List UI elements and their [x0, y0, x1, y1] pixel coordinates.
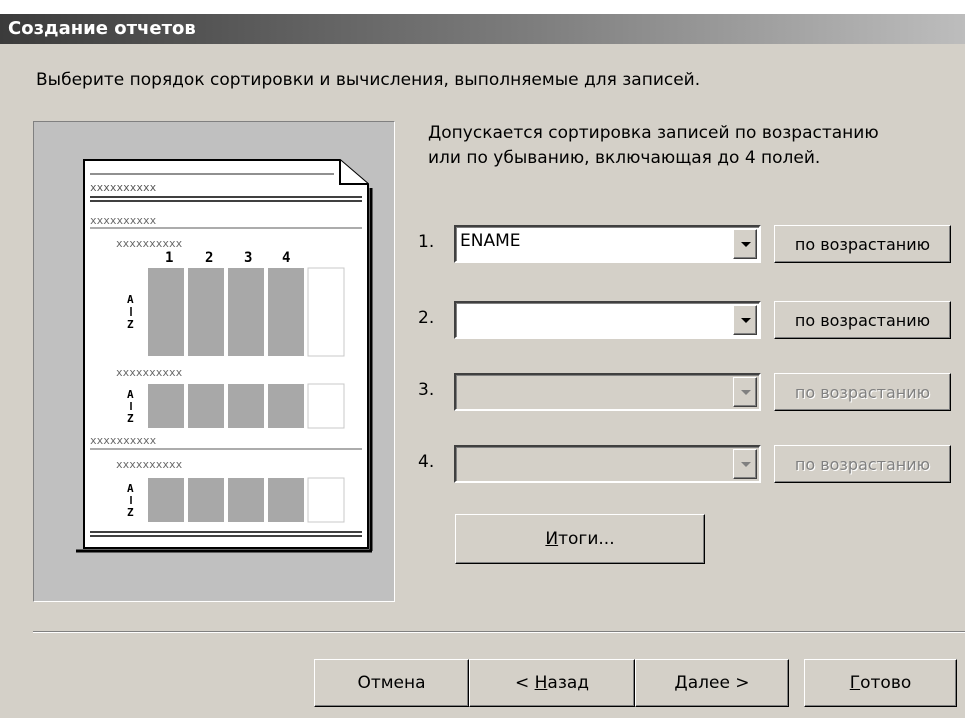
preview-column-number: 4: [282, 250, 290, 266]
preview-column-number: 2: [205, 250, 213, 266]
dropdown-arrow-icon[interactable]: [733, 377, 757, 407]
preview-sorted-column: [228, 384, 264, 428]
preview-group-label: xxxxxxxxxx: [90, 214, 157, 227]
sort-a-glyph: A: [127, 388, 134, 401]
sort-order-1-button[interactable]: по возрастанию: [774, 225, 951, 263]
sort-order-3-button[interactable]: по возрастанию: [774, 373, 951, 411]
preview-column-number: 1: [165, 250, 173, 266]
preview-sorted-column: [148, 478, 184, 522]
next-accel: Д: [674, 673, 688, 693]
preview-sorted-column: [188, 384, 224, 428]
preview-sorted-column: [268, 478, 304, 522]
back-accel: Н: [534, 673, 548, 693]
instruction-text: Выберите порядок сортировки и вычисления…: [36, 70, 701, 90]
preview-sorted-column: [188, 268, 224, 356]
sort-a-glyph: A: [127, 482, 134, 495]
finish-label: отово: [860, 673, 912, 693]
sort-description: Допускается сортировка записей по возрас…: [428, 121, 879, 171]
preview-sorted-column: [228, 478, 264, 522]
page-top-strip: [0, 0, 965, 14]
dropdown-arrow-icon[interactable]: [733, 449, 757, 479]
preview-sorted-column: [188, 478, 224, 522]
next-button[interactable]: Далее >: [635, 659, 789, 707]
sort-field-1-combo[interactable]: ENAME: [454, 225, 761, 263]
sort-z-glyph: Z: [127, 318, 134, 331]
sort-z-glyph: Z: [127, 506, 134, 519]
preview-unsorted-column: [307, 267, 345, 357]
back-button[interactable]: < Назад: [469, 659, 635, 707]
preview-column-number: 3: [244, 250, 252, 266]
preview-sorted-column: [268, 384, 304, 428]
finish-button[interactable]: Готово: [804, 659, 957, 707]
sort-field-number: 2.: [418, 308, 435, 328]
next-label: алее >: [687, 673, 750, 693]
preview-subgroup-label: xxxxxxxxxx: [116, 458, 183, 471]
sort-field-3-combo[interactable]: [454, 373, 761, 411]
sort-description-line: Допускается сортировка записей по возрас…: [428, 123, 879, 143]
back-prefix: <: [514, 673, 535, 693]
sort-field-1-value: ENAME: [460, 231, 521, 251]
preview-sorted-column: [268, 268, 304, 356]
sort-order-4-button[interactable]: по возрастанию: [774, 445, 951, 483]
window-title: Создание отчетов: [8, 18, 196, 39]
sort-field-4-combo[interactable]: [454, 445, 761, 483]
sort-z-glyph: Z: [127, 412, 134, 425]
title-bar: Создание отчетов: [0, 14, 965, 44]
dropdown-arrow-icon[interactable]: [733, 305, 757, 335]
sort-a-glyph: A: [127, 293, 134, 306]
preview-sorted-column: [148, 268, 184, 356]
sort-field-number: 3.: [418, 380, 435, 400]
preview-report-title: xxxxxxxxxx: [90, 181, 157, 194]
sort-field-number: 4.: [418, 452, 435, 472]
summary-button[interactable]: Итоги...: [455, 514, 705, 564]
report-preview-illustration: xxxxxxxxxx xxxxxxxxxx xxxxxxxxxx 1 2 3 4…: [76, 159, 373, 553]
preview-unsorted-column: [307, 383, 345, 429]
summary-label: тоги...: [558, 529, 615, 549]
dropdown-arrow-icon[interactable]: [733, 229, 757, 259]
sort-order-2-button[interactable]: по возрастанию: [774, 301, 951, 339]
report-preview-panel: xxxxxxxxxx xxxxxxxxxx xxxxxxxxxx 1 2 3 4…: [33, 121, 395, 602]
preview-group-label: xxxxxxxxxx: [90, 434, 157, 447]
cancel-button[interactable]: Отмена: [314, 659, 469, 707]
footer-separator: [33, 631, 965, 633]
finish-accel: Г: [849, 673, 861, 693]
back-label: азад: [547, 673, 590, 693]
preview-subgroup-label: xxxxxxxxxx: [116, 237, 183, 250]
preview-sorted-column: [228, 268, 264, 356]
preview-unsorted-column: [307, 477, 345, 523]
preview-sorted-column: [148, 384, 184, 428]
preview-subgroup-label: xxxxxxxxxx: [116, 366, 183, 379]
sort-field-number: 1.: [418, 232, 435, 252]
summary-accel: И: [545, 529, 559, 549]
sort-field-2-combo[interactable]: [454, 301, 761, 339]
sort-description-line: или по убыванию, включающая до 4 полей.: [428, 148, 821, 168]
